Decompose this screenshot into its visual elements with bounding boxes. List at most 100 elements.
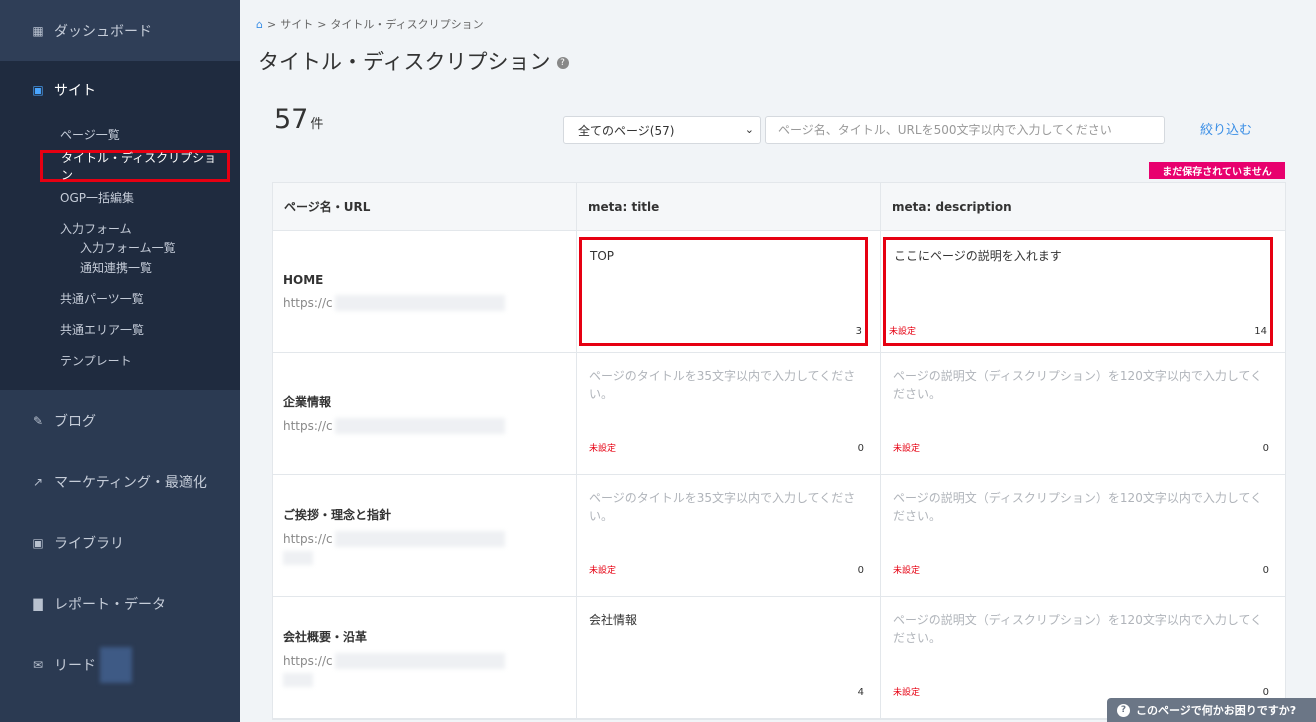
pencil-icon: ✎ [32,413,44,428]
page-filter-select-value: 全てのページ(57) [578,123,675,138]
nav-dashboard-label: ダッシュボード [54,23,152,40]
nav-title-description[interactable]: タイトル・ディスクリプション [40,150,230,182]
nav-forms[interactable]: 入力フォーム [0,213,240,237]
nav-lead-label: リード [54,657,96,674]
url-blurred [334,653,505,669]
page-name: 会社概要・沿革 [283,630,368,644]
description-cell: ここにページの説明を入れます 未設定 14 [881,231,1285,352]
nav-library[interactable]: ▣ ライブラリ [0,512,240,573]
page-cell: 会社概要・沿革 https://c [273,597,577,718]
title-editor[interactable]: 会社情報 4 [581,603,872,712]
trend-icon: ↗ [32,474,44,489]
help-bar[interactable]: ? このページで何かお困りですか? [1107,698,1316,722]
breadcrumb-site[interactable]: サイト [280,16,313,32]
url-blurred [334,294,505,311]
url-blurred [334,531,505,547]
title-placeholder: ページのタイトルを35文字以内で入力してください。 [589,491,856,523]
page-title: タイトル・ディスクリプション ? [258,46,569,76]
url-blurred [283,673,313,687]
page-url: https://c [283,653,576,669]
title-editor[interactable]: ページのタイトルを35文字以内で入力してください。 未設定 0 [581,481,872,590]
question-icon[interactable]: ? [556,57,569,69]
nav-ogp[interactable]: OGP一括編集 [0,182,240,213]
page-title-text: タイトル・ディスクリプション [258,50,551,74]
description-editor[interactable]: ページの説明文（ディスクリプション）を120文字以内で入力してください。 未設定… [885,603,1277,712]
search-input[interactable] [765,116,1165,144]
title-cell: ページのタイトルを35文字以内で入力してください。 未設定 0 [577,475,881,596]
title-status: 未設定 [589,566,617,576]
description-placeholder: ページの説明文（ディスクリプション）を120文字以内で入力してください。 [893,491,1263,523]
description-char-count: 0 [1262,687,1269,698]
site-section: ▣ サイト ページ一覧 タイトル・ディスクリプション OGP一括編集 入力フォー… [0,61,240,390]
description-editor[interactable]: ページの説明文（ディスクリプション）を120文字以内で入力してください。 未設定… [885,359,1277,468]
description-editor[interactable]: ページの説明文（ディスクリプション）を120文字以内で入力してください。 未設定… [885,481,1277,590]
sidebar: ▦ ダッシュボード ▣ サイト ページ一覧 タイトル・ディスクリプション OGP… [0,0,240,722]
page-cell: ご挨拶・理念と指針 https://c [273,475,577,596]
page-url-text: https://c [283,419,333,433]
unsaved-badge: まだ保存されていません [1149,162,1285,179]
title-value: 会社情報 [589,613,638,627]
page-name: HOME [283,272,324,287]
description-placeholder: ページの説明文（ディスクリプション）を120文字以内で入力してください。 [893,613,1263,645]
nav-dashboard[interactable]: ▦ ダッシュボード [0,0,240,61]
nav-pages[interactable]: ページ一覧 [0,119,240,150]
page-cell: 企業情報 https://c [273,353,577,474]
nav-site-label: サイト [54,83,96,99]
description-status: 未設定 [893,444,921,454]
description-status: 未設定 [893,688,921,698]
description-status: 未設定 [893,566,921,576]
nav-notify[interactable]: 通知連携一覧 [0,257,240,277]
bar-chart-icon: ▇ [33,596,43,611]
title-cell: ページのタイトルを35文字以内で入力してください。 未設定 0 [577,353,881,474]
nav-template[interactable]: テンプレート [0,345,240,376]
chevron-down-icon: ⌄ [744,123,754,136]
table-row: ご挨拶・理念と指針 https://c ページのタイトルを35文字以内で入力して… [273,475,1285,597]
breadcrumb: ⌂ > サイト > タイトル・ディスクリプション [256,16,484,32]
title-char-count: 3 [855,326,862,337]
description-cell: ページの説明文（ディスクリプション）を120文字以内で入力してください。 未設定… [881,475,1285,596]
nav-blog-label: ブログ [54,413,96,430]
nav-marketing[interactable]: ↗ マーケティング・最適化 [0,451,240,512]
nav-lead[interactable]: ✉ リード [0,634,240,695]
table-header: ページ名・URL meta: title meta: description [273,183,1285,231]
title-editor[interactable]: ページのタイトルを35文字以内で入力してください。 未設定 0 [581,359,872,468]
title-char-count: 0 [857,565,864,576]
image-icon: ▣ [32,535,44,550]
nav-form-list[interactable]: 入力フォーム一覧 [0,237,240,257]
nav-library-label: ライブラリ [54,535,124,552]
nav-areas[interactable]: 共通エリア一覧 [0,314,240,345]
site-icon: ▣ [32,83,44,97]
title-char-count: 4 [857,687,864,698]
page-url: https://c [283,294,576,311]
page-url: https://c [283,531,576,547]
description-editor[interactable]: ここにページの説明を入れます 未設定 14 [883,237,1273,346]
nav-site[interactable]: ▣ サイト [0,61,240,119]
nav-marketing-label: マーケティング・最適化 [54,474,207,491]
page-filter-select[interactable]: 全てのページ(57) ⌄ [563,116,761,144]
page-name: 企業情報 [283,395,332,409]
nav-report-label: レポート・データ [54,596,166,613]
nav-report[interactable]: ▇ レポート・データ [0,573,240,634]
description-status: 未設定 [889,327,917,337]
question-icon: ? [1117,703,1130,717]
page-count-value: 57 [274,104,309,135]
home-icon[interactable]: ⌂ [256,18,263,31]
help-bar-label: このページで何かお困りですか? [1136,704,1297,717]
description-placeholder: ページの説明文（ディスクリプション）を120文字以内で入力してください。 [893,369,1263,401]
page-url-text: https://c [283,654,333,668]
page-url: https://c [283,418,576,434]
description-char-count: 14 [1254,326,1267,337]
title-editor[interactable]: TOP 3 [579,237,868,346]
lead-badge-blurred [100,646,132,683]
filter-button[interactable]: 絞り込む [1200,119,1252,138]
page-count-unit: 件 [310,117,324,132]
table-row: HOME https://c TOP 3 ここにページの説明を入れます 未設定 … [273,231,1285,353]
nav-parts[interactable]: 共通パーツ一覧 [0,283,240,314]
dashboard-icon: ▦ [32,23,44,38]
title-value: TOP [590,249,615,263]
breadcrumb-sep: > [266,17,277,31]
mail-icon: ✉ [32,657,44,672]
description-value: ここにページの説明を入れます [894,249,1062,263]
page-count: 57 件 [274,104,323,135]
nav-blog[interactable]: ✎ ブログ [0,390,240,451]
